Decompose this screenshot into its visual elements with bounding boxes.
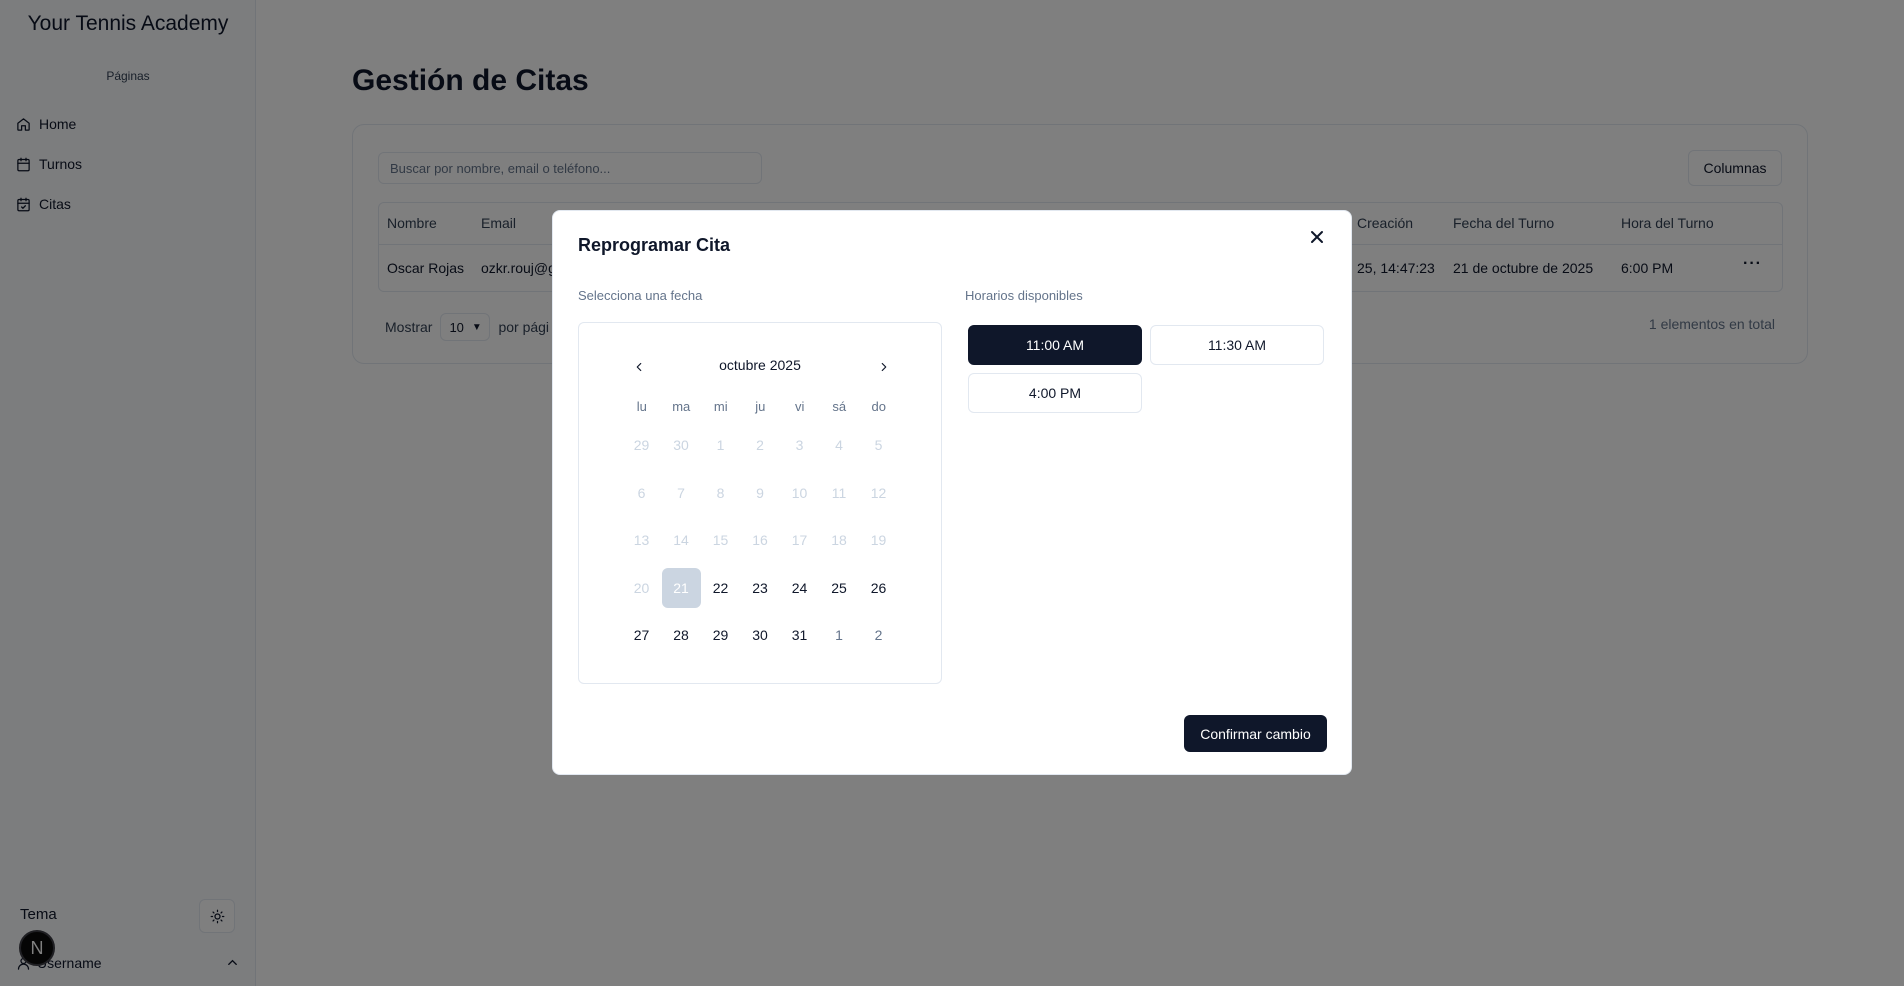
calendar-day: 9 [756, 484, 764, 501]
calendar-day: 17 [791, 532, 808, 548]
slots-label: Horarios disponibles [965, 288, 1083, 303]
weekday-label: ma [672, 399, 691, 414]
calendar-day: 29 [633, 437, 650, 453]
calendar-day: 2 [756, 437, 764, 453]
calendar-day[interactable]: 27 [622, 615, 661, 655]
calendar-day: 13 [633, 532, 650, 548]
calendar-day: 8 [716, 484, 725, 501]
weekday-label: lu [636, 399, 647, 414]
calendar-day[interactable]: 22 [701, 568, 740, 608]
calendar-day: 19 [870, 532, 887, 548]
calendar-day: 11 [831, 484, 847, 501]
calendar-day: 14 [673, 532, 689, 548]
close-button[interactable] [1307, 227, 1327, 247]
time-slots: 11:00 AM 11:30 AM 4:00 PM [968, 325, 1324, 413]
calendar-days: 29 30 1 2 3 4 5 6 7 8 9 10 11 12 13 14 15 16 17 18 19 20 21 22 2… [622, 425, 899, 663]
calendar-day: 1 [716, 437, 725, 453]
weekday-label: ju [755, 399, 766, 414]
calendar-day: 10 [791, 484, 808, 501]
next-month-button[interactable] [874, 357, 894, 377]
chevron-right-icon [881, 362, 887, 372]
calendar-day[interactable]: 25 [820, 568, 859, 608]
calendar-day: 7 [677, 484, 685, 501]
weekday-label: sá [832, 399, 847, 414]
calendar-day: 4 [835, 437, 843, 453]
calendar-day[interactable]: 28 [662, 615, 701, 655]
calendar-day: 20 [633, 579, 650, 596]
close-icon [1311, 231, 1323, 243]
calendar-day[interactable]: 30 [741, 615, 780, 655]
calendar-day: 6 [637, 484, 646, 501]
time-slot-button[interactable]: 11:00 AM [968, 325, 1142, 365]
time-slot-button[interactable]: 4:00 PM [968, 373, 1142, 413]
calendar-day: 15 [712, 532, 729, 548]
confirm-change-button[interactable]: Confirmar cambio [1184, 715, 1327, 752]
calendar-day: 3 [795, 437, 804, 453]
calendar: octubre 2025 lu ma mi ju vi sá do 29 30 1 2 3 4 5 6 7 8… [578, 322, 942, 684]
calendar-day: 18 [831, 532, 847, 548]
calendar-day: 12 [870, 484, 887, 501]
date-label: Selecciona una fecha [578, 288, 703, 303]
calendar-day: 30 [673, 437, 689, 453]
weekday-label: do [871, 399, 886, 414]
dialog-title: Reprogramar Cita [578, 235, 731, 255]
weekday-label: mi [713, 399, 728, 414]
weekday-header: lu ma mi ju vi sá do [622, 399, 899, 414]
calendar-day[interactable]: 1 [820, 615, 859, 655]
calendar-day[interactable]: 26 [859, 568, 898, 608]
reschedule-dialog: Reprogramar Cita Selecciona una fecha Ho… [552, 210, 1352, 775]
calendar-day[interactable]: 29 [701, 615, 740, 655]
calendar-day: 5 [874, 437, 883, 453]
weekday-label: vi [795, 399, 805, 414]
calendar-day: 16 [752, 532, 768, 548]
calendar-day-selected[interactable]: 21 [661, 567, 701, 608]
calendar-day[interactable]: 31 [780, 615, 819, 655]
calendar-day[interactable]: 24 [780, 568, 819, 608]
calendar-day[interactable]: 2 [859, 615, 898, 655]
calendar-day[interactable]: 23 [741, 568, 780, 608]
time-slot-button[interactable]: 11:30 AM [1150, 325, 1324, 365]
